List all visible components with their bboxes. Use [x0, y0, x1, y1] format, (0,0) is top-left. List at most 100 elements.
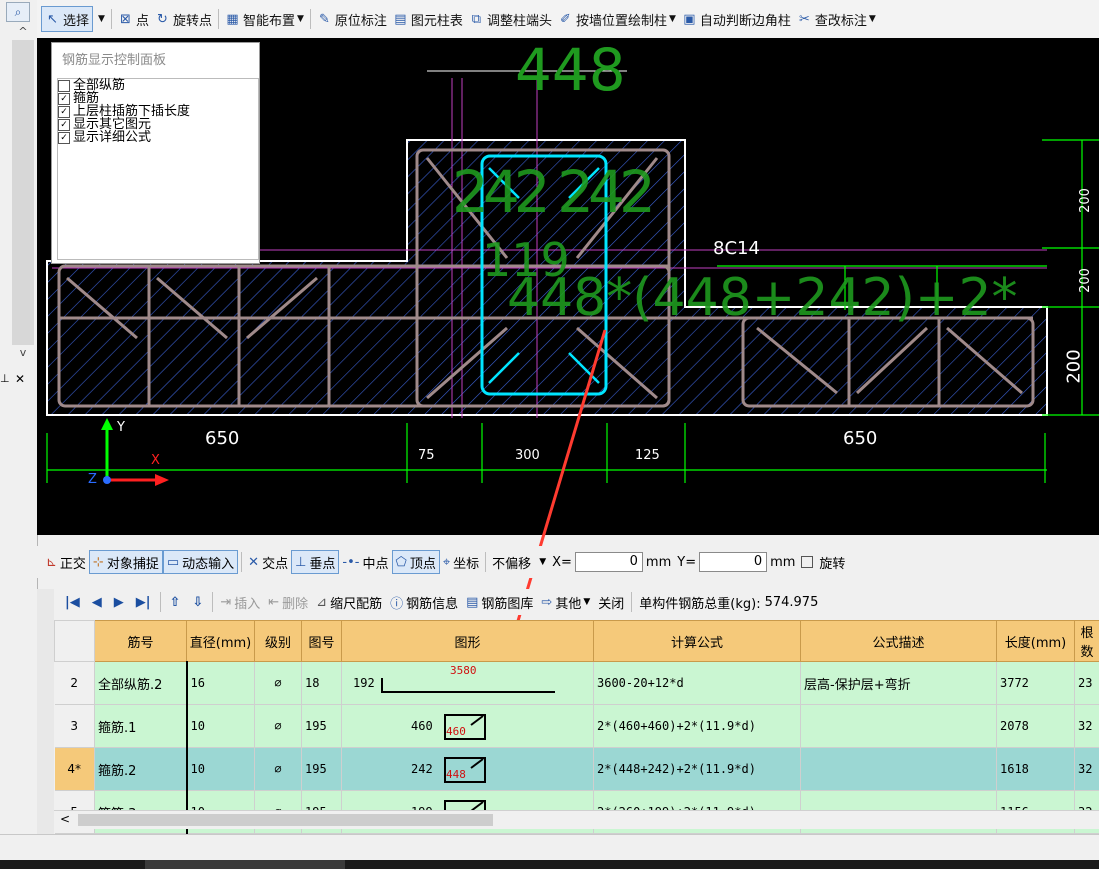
rebar-library-button[interactable]: ▤ 钢筋图库 [462, 593, 537, 612]
first-record-icon[interactable]: |◀ [59, 595, 86, 610]
cell-fig[interactable]: 195 [301, 704, 342, 748]
delete-button[interactable]: ⇤ 删除 [264, 593, 312, 612]
shape-inner-dim: 460 [446, 725, 466, 738]
horizontal-scrollbar[interactable]: < [54, 810, 1099, 829]
header-diameter[interactable]: 直径(mm) [186, 620, 255, 662]
cell-formula[interactable]: 3600-20+12*d [593, 661, 801, 705]
cell-formula[interactable]: 2*(460+460)+2*(11.9*d) [593, 704, 801, 748]
header-description[interactable]: 公式描述 [800, 620, 997, 662]
panel-pin-icon[interactable]: ⊥ [0, 372, 10, 385]
vertex-button[interactable]: ⬠ 顶点 [391, 550, 440, 574]
taskbar-item[interactable] [145, 860, 345, 869]
header-bar-no[interactable]: 筋号 [94, 620, 187, 662]
cell-shape[interactable]: 192 3580 [341, 661, 594, 705]
select-button[interactable]: ↖ 选择 [41, 6, 94, 32]
scrollbar-thumb[interactable] [78, 814, 493, 826]
header-length[interactable]: 长度(mm) [996, 620, 1075, 662]
cell-shape[interactable]: 460 460 [341, 704, 594, 748]
dim-75: 75 [418, 448, 435, 463]
cell-count[interactable]: 32 [1074, 747, 1099, 791]
cell-formula[interactable]: 2*(448+242)+2*(11.9*d) [593, 747, 801, 791]
header-shape[interactable]: 图形 [341, 620, 594, 662]
draw-by-wall-button[interactable]: ✐ 按墙位置绘制柱 ▼ [555, 7, 679, 31]
cell-length[interactable]: 1618 [996, 747, 1075, 791]
cell-length[interactable]: 3772 [996, 661, 1075, 705]
rebar-table-toolbar: |◀ ◀ ▶ ▶| ⇧ ⇩ ⇥ 插入 ⇤ 删除 ⊿ 缩尺配筋 ⓘ 钢筋信息 ▤ 钢筋图库 … [37, 589, 1099, 615]
rotate-checkbox[interactable]: 旋转 [798, 551, 848, 573]
adjust-column-end-button[interactable]: ⧉ 调整柱端头 [466, 7, 555, 31]
insert-button[interactable]: ⇥ 插入 [216, 593, 264, 612]
cell-description[interactable]: 层高-保护层+弯折 [800, 661, 997, 705]
header-count[interactable]: 根数 [1074, 620, 1099, 662]
midpoint-button[interactable]: -•- 中点 [339, 551, 391, 573]
last-record-icon[interactable]: ▶| [130, 595, 157, 610]
grid-drag-gutter[interactable] [37, 589, 54, 834]
rebar-info-button[interactable]: ⓘ 钢筋信息 [386, 593, 462, 612]
scroll-left-icon[interactable]: < [60, 812, 70, 826]
table-row[interactable]: 3 箍筋.1 10 ⌀ 195 460 460 2*(460+460)+2*(1… [54, 704, 1099, 748]
header-formula[interactable]: 计算公式 [593, 620, 801, 662]
cell-name[interactable]: 全部纵筋.2 [94, 661, 187, 705]
cell-fig[interactable]: 195 [301, 747, 342, 791]
next-record-icon[interactable]: ▶ [108, 595, 130, 610]
table-row[interactable]: 2 全部纵筋.2 16 ⌀ 18 192 3580 3600-20+12*d 层… [54, 661, 1099, 705]
cell-shape[interactable]: 242 448 [341, 747, 594, 791]
header-grade[interactable]: 级别 [254, 620, 302, 662]
object-snap-button[interactable]: ⊹ 对象捕捉 [88, 550, 163, 574]
auto-corner-column-button[interactable]: ▣ 自动判断边角柱 [679, 7, 794, 31]
select-dropdown[interactable]: ▼ [93, 7, 108, 31]
row-index[interactable]: 2 [54, 661, 95, 705]
other-menu-button[interactable]: ⇨ 其他 ▼ [537, 593, 594, 612]
ortho-button[interactable]: ⊾ 正交 [43, 551, 89, 573]
cell-name[interactable]: 箍筋.2 [94, 747, 187, 791]
scale-rebar-button[interactable]: ⊿ 缩尺配筋 [312, 593, 386, 612]
search-icon[interactable]: ⌕ [6, 2, 30, 22]
corner-column-icon: ▣ [683, 11, 696, 27]
header-fig-no[interactable]: 图号 [301, 620, 342, 662]
point-button[interactable]: ⊠ 点 [115, 7, 152, 31]
move-up-icon[interactable]: ⇧ [164, 595, 187, 610]
cell-fig[interactable]: 18 [301, 661, 342, 705]
status-bar [0, 834, 1099, 861]
scroll-up-icon[interactable]: ^ [12, 24, 34, 40]
close-button[interactable]: 关闭 [594, 593, 628, 612]
dynamic-input-button[interactable]: ▭ 动态输入 [162, 550, 239, 574]
row-index[interactable]: 4* [54, 747, 95, 791]
close-icon[interactable]: ✕ [15, 372, 25, 386]
row-index[interactable]: 3 [54, 704, 95, 748]
cell-grade[interactable]: ⌀ [254, 747, 302, 791]
coordinate-button[interactable]: ⌖ 坐标 [440, 551, 482, 573]
perpendicular-button[interactable]: ⊥ 垂点 [291, 550, 340, 574]
scale-icon: ⊿ [316, 594, 328, 610]
left-scroll-track[interactable] [12, 40, 34, 345]
shape-left-dim: 192 [353, 676, 375, 690]
cell-diameter[interactable]: 10 [185, 704, 255, 748]
offset-dropdown[interactable]: 不偏移 ▼ [489, 551, 549, 573]
intersection-button[interactable]: ✕ 交点 [245, 551, 291, 573]
table-row-selected[interactable]: 4* 箍筋.2 10 ⌀ 195 242 448 2*(448+242)+2*(… [54, 747, 1099, 791]
in-place-label-button[interactable]: ✎ 原位标注 [314, 7, 390, 31]
option-show-formula[interactable]: ✓ 显示详细公式 [58, 131, 258, 144]
check-label-button[interactable]: ✂ 查改标注 ▼ [794, 7, 879, 31]
cell-count[interactable]: 23 [1074, 661, 1099, 705]
prev-record-icon[interactable]: ◀ [86, 595, 108, 610]
scroll-down-icon[interactable]: v [12, 345, 34, 361]
cell-diameter[interactable]: 10 [185, 747, 255, 791]
cell-grade[interactable]: ⌀ [254, 661, 302, 705]
cell-name[interactable]: 箍筋.1 [94, 704, 187, 748]
header-corner [54, 620, 95, 662]
cell-description[interactable] [800, 704, 997, 748]
cell-description[interactable] [800, 747, 997, 791]
cell-diameter[interactable]: 16 [185, 661, 255, 705]
x-input[interactable]: 0 [574, 552, 643, 572]
snap-icon: ⊹ [92, 554, 104, 570]
cell-count[interactable]: 32 [1074, 704, 1099, 748]
dim-650-right: 650 [843, 428, 878, 449]
rotate-point-button[interactable]: ↻ 旋转点 [152, 7, 215, 31]
move-down-icon[interactable]: ⇩ [186, 595, 209, 610]
y-input[interactable]: 0 [699, 552, 768, 572]
smart-layout-button[interactable]: ▦ 智能布置 ▼ [222, 7, 307, 31]
cell-length[interactable]: 2078 [996, 704, 1075, 748]
column-table-button[interactable]: ▤ 图元柱表 [390, 7, 466, 31]
cell-grade[interactable]: ⌀ [254, 704, 302, 748]
